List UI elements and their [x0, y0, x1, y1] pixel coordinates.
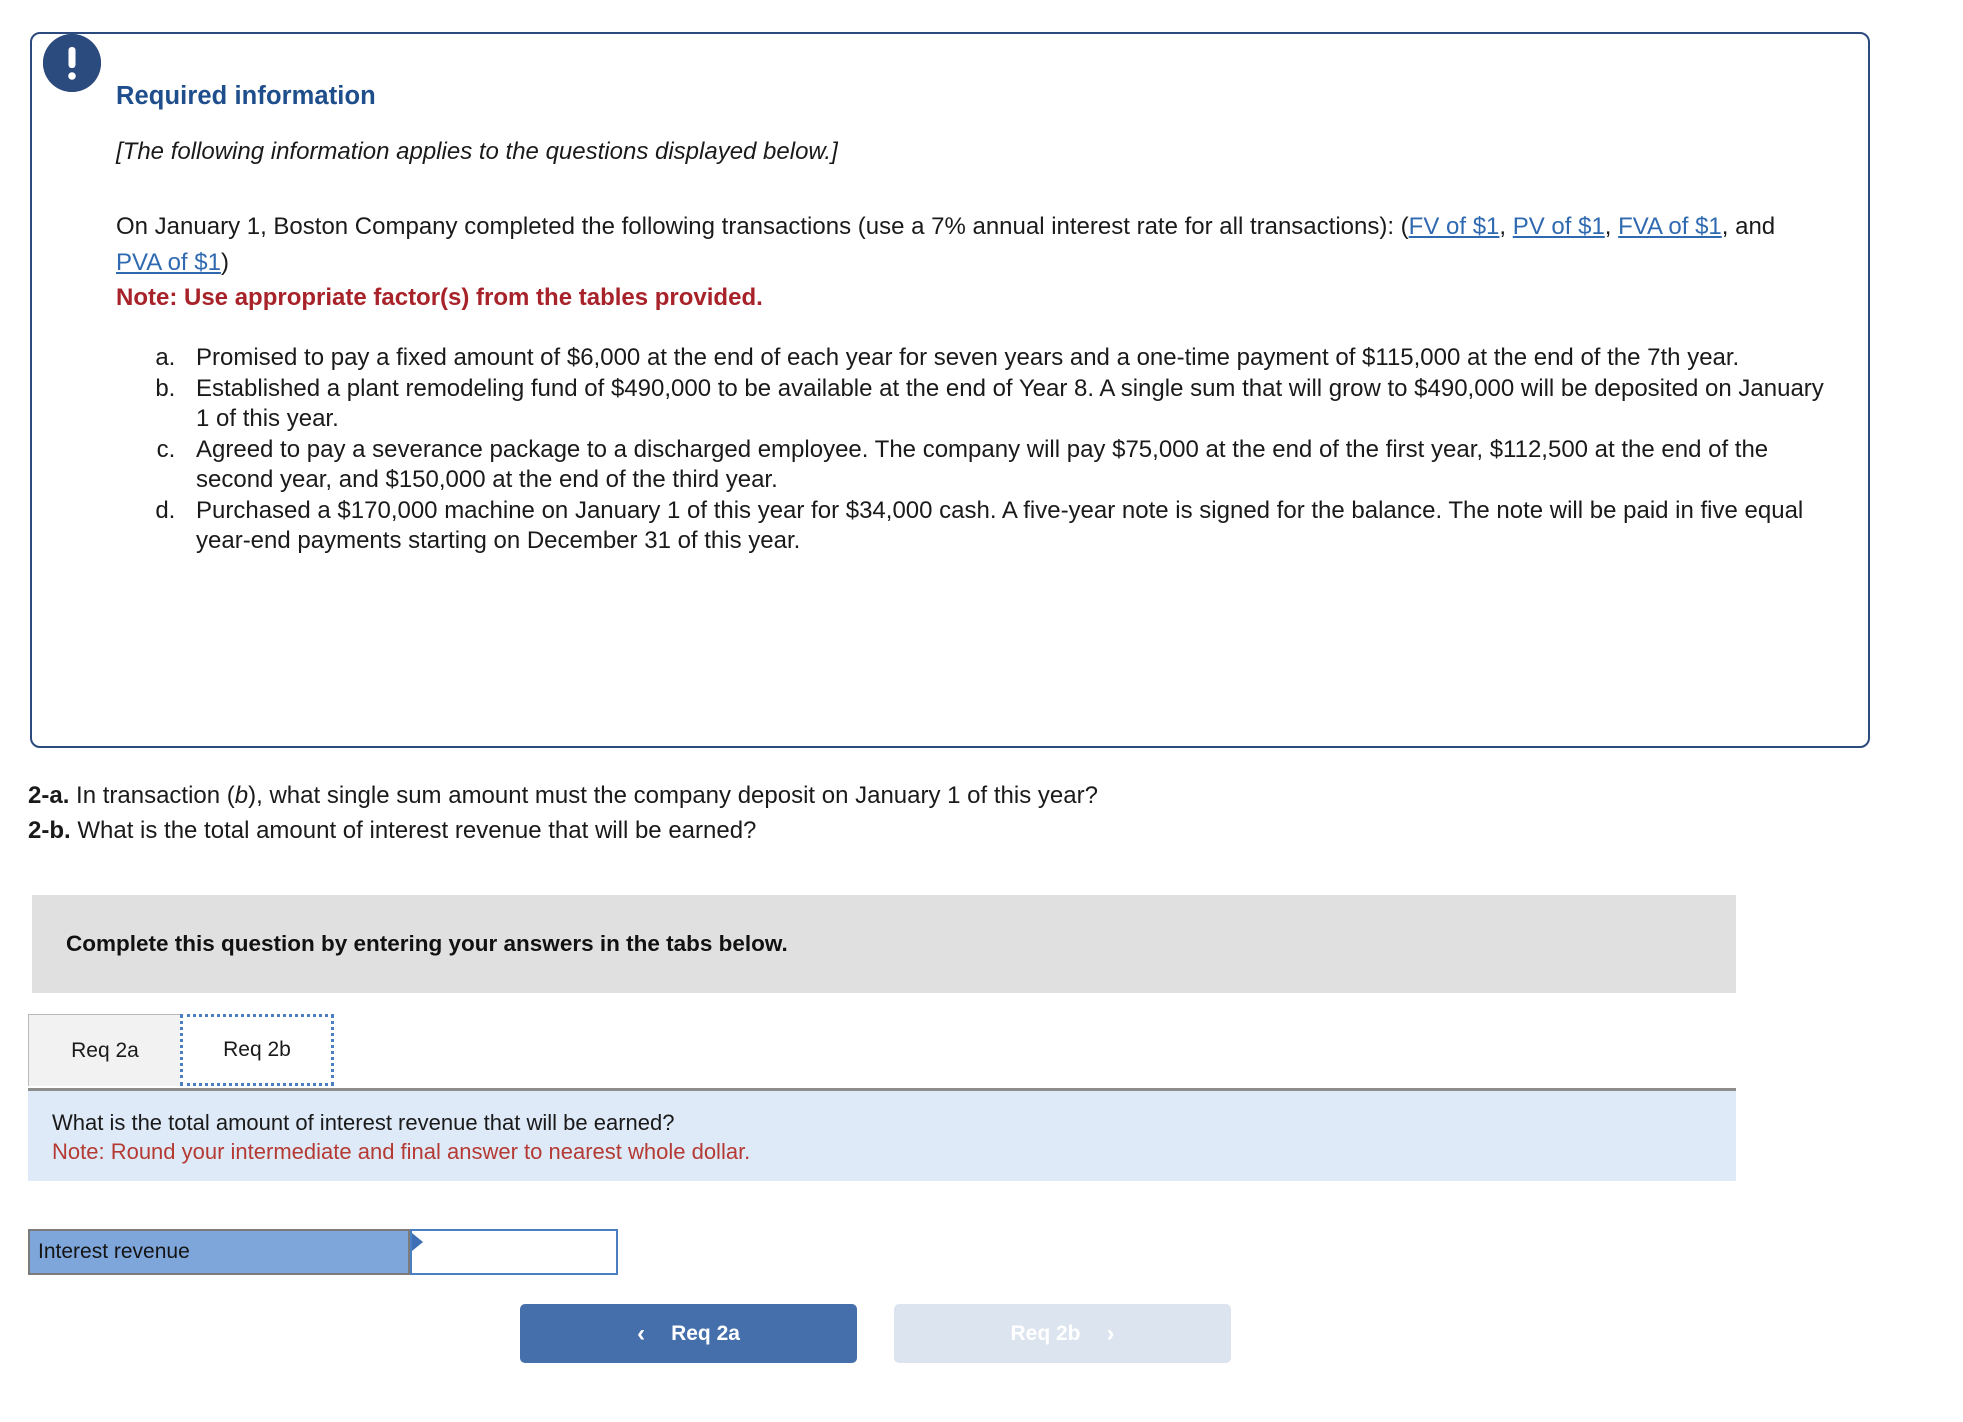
list-item: Purchased a $170,000 machine on January …	[182, 496, 1828, 557]
required-information-content: Required information [The following info…	[32, 34, 1868, 557]
instruction-bar: Complete this question by entering your …	[32, 895, 1736, 993]
answer-prompt-question: What is the total amount of interest rev…	[52, 1110, 675, 1135]
tab-req-2a-label: Req 2a	[71, 1038, 139, 1062]
intro-paragraph: On January 1, Boston Company completed t…	[116, 209, 1828, 281]
link-fv-of-1[interactable]: FV of $1	[1409, 213, 1500, 240]
interest-revenue-label-text: Interest revenue	[38, 1240, 190, 1263]
tab-req-2a[interactable]: Req 2a	[28, 1014, 182, 1086]
tab-strip: Req 2a Req 2b	[28, 1014, 1736, 1090]
link-pv-of-1[interactable]: PV of $1	[1513, 213, 1605, 240]
factors-note: Note: Use appropriate factor(s) from the…	[116, 284, 763, 311]
answer-prompt-note: Note: Round your intermediate and final …	[52, 1139, 751, 1164]
cell-pointer-icon	[412, 1233, 423, 1251]
question-2a-text-after: ), what single sum amount must the compa…	[248, 782, 1098, 809]
transactions-list: Promised to pay a fixed amount of $6,000…	[116, 343, 1828, 557]
intro-suffix: )	[220, 249, 229, 276]
tab-req-2b[interactable]: Req 2b	[180, 1014, 334, 1086]
intro-prefix: On January 1, Boston Company completed t…	[116, 213, 1409, 240]
link-separator-2: ,	[1604, 213, 1619, 240]
next-button-label: Req 2b	[1010, 1321, 1081, 1345]
list-item: Promised to pay a fixed amount of $6,000…	[182, 343, 1828, 374]
list-item: Agreed to pay a severance package to a d…	[182, 435, 1828, 496]
link-separator-1: ,	[1499, 213, 1513, 240]
required-information-panel: Required information [The following info…	[30, 32, 1870, 748]
applies-note: [The following information applies to th…	[116, 138, 838, 165]
link-fva-of-1[interactable]: FVA of $1	[1618, 213, 1722, 240]
link-separator-3: , and	[1721, 213, 1776, 240]
panel-title: Required information	[116, 82, 376, 110]
prev-button-label: Req 2a	[671, 1321, 740, 1345]
question-2a: 2-a. In transaction (b), what single sum…	[28, 778, 1828, 813]
prev-req-2a-button[interactable]: ‹ Req 2a	[520, 1304, 857, 1363]
interest-revenue-input[interactable]	[412, 1231, 616, 1273]
interest-revenue-input-cell[interactable]	[410, 1229, 618, 1275]
tab-req-2b-label: Req 2b	[223, 1038, 291, 1061]
list-item: Established a plant remodeling fund of $…	[182, 374, 1828, 435]
question-2b-label: 2-b.	[28, 817, 71, 844]
navigation-buttons: ‹ Req 2a Req 2b ›	[520, 1304, 1231, 1363]
link-pva-of-1[interactable]: PVA of $1	[116, 249, 221, 276]
instruction-text: Complete this question by entering your …	[66, 931, 788, 956]
question-prompts: 2-a. In transaction (b), what single sum…	[28, 778, 1828, 848]
exclamation-circle-icon	[43, 34, 101, 92]
question-2a-label: 2-a.	[28, 782, 70, 809]
next-req-2b-button[interactable]: Req 2b ›	[894, 1304, 1231, 1363]
chevron-left-icon: ‹	[637, 1319, 646, 1347]
question-2a-italic: b	[234, 782, 249, 809]
question-2a-text-before: In transaction (	[69, 782, 235, 809]
answer-prompt-panel: What is the total amount of interest rev…	[28, 1091, 1736, 1181]
chevron-right-icon: ›	[1106, 1319, 1115, 1347]
question-2b-text: What is the total amount of interest rev…	[70, 817, 757, 844]
interest-revenue-label: Interest revenue	[28, 1229, 410, 1275]
answer-input-row: Interest revenue	[28, 1229, 618, 1275]
question-2b: 2-b. What is the total amount of interes…	[28, 813, 1828, 848]
